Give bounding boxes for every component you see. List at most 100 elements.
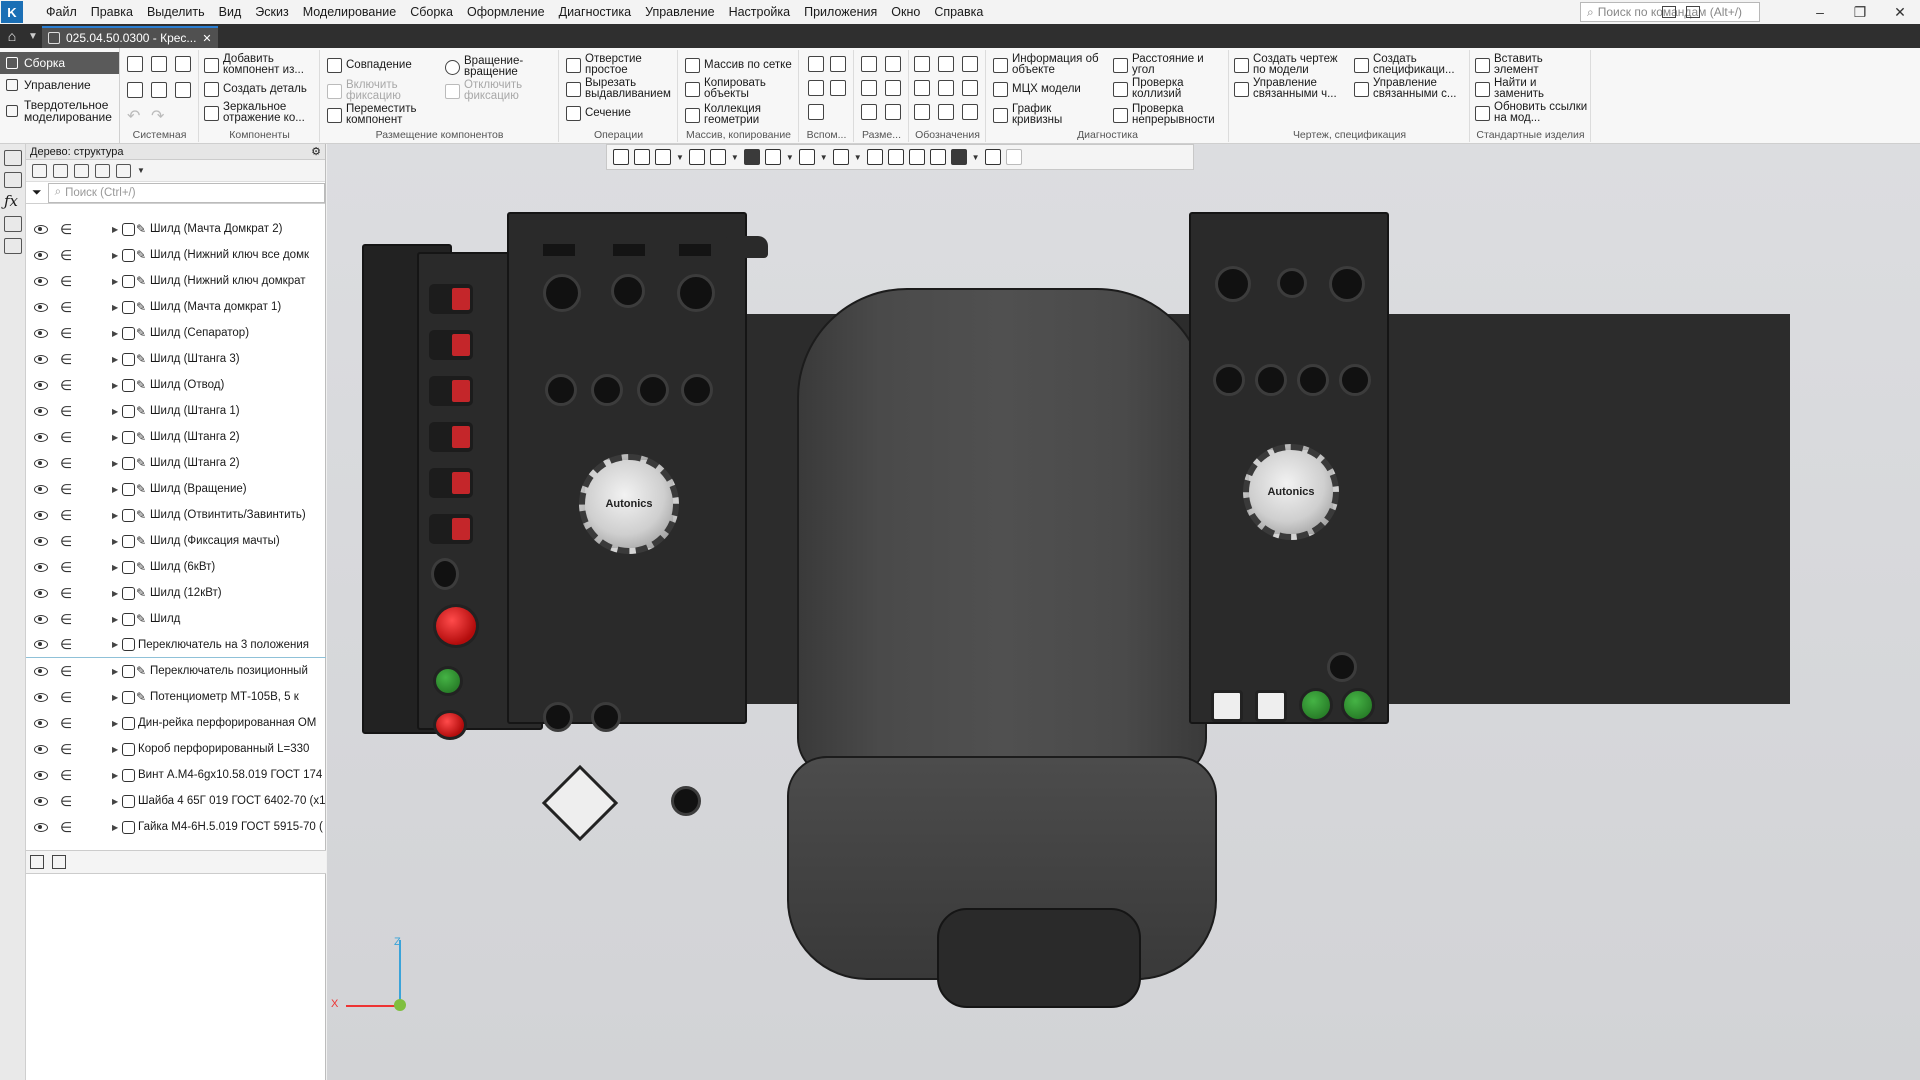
chevron-down-icon[interactable]: ▼ bbox=[731, 153, 739, 162]
include-icon[interactable]: ∈ bbox=[60, 663, 72, 680]
eye-icon[interactable] bbox=[34, 510, 48, 520]
3d-viewport[interactable]: Autonics Autonics bbox=[327, 144, 1920, 1080]
tree-row[interactable]: ∈ ▶ ✎ Шилд (Штанга 2) bbox=[26, 450, 326, 476]
expand-icon[interactable]: ▶ bbox=[112, 381, 118, 390]
eye-icon[interactable] bbox=[34, 224, 48, 234]
round-button[interactable] bbox=[591, 702, 621, 732]
document-tab[interactable]: 025.04.50.0300 - Крес... ✕ bbox=[42, 26, 218, 48]
update-links-button[interactable]: Обновить ссылки на мод... bbox=[1475, 101, 1589, 124]
mass-properties-button[interactable]: МЦХ модели bbox=[993, 82, 1081, 97]
linear-dim-icon[interactable] bbox=[861, 56, 877, 72]
tolerance-icon[interactable] bbox=[962, 56, 978, 72]
create-spec-button[interactable]: Создать спецификаци... bbox=[1354, 53, 1466, 76]
grid-array-button[interactable]: Массив по сетке bbox=[685, 58, 792, 73]
tree-row[interactable]: ∈ ▶ Шайба 4 65Г 019 ГОСТ 6402-70 (х1 bbox=[26, 788, 326, 814]
menu-item[interactable]: Файл bbox=[39, 0, 84, 24]
add-component-button[interactable]: Добавить компонент из... bbox=[204, 53, 316, 76]
eye-icon[interactable] bbox=[34, 380, 48, 390]
joystick[interactable] bbox=[543, 274, 581, 312]
camera-icon[interactable] bbox=[832, 149, 849, 165]
create-drawing-button[interactable]: Создать чертеж по модели bbox=[1234, 53, 1348, 76]
include-icon[interactable]: ∈ bbox=[60, 533, 72, 550]
eye-icon[interactable] bbox=[34, 302, 48, 312]
list-tab-icon[interactable] bbox=[52, 855, 66, 869]
round-button[interactable] bbox=[1277, 268, 1307, 298]
cs-icon[interactable] bbox=[830, 80, 846, 96]
enable-fix-button[interactable]: Включить фиксацию bbox=[327, 79, 417, 102]
tree-row[interactable]: ∈ ▶ ✎ Шилд bbox=[26, 606, 326, 632]
include-icon[interactable]: ∈ bbox=[60, 299, 72, 316]
diameter-dim-icon[interactable] bbox=[885, 80, 901, 96]
coincidence-button[interactable]: Совпадение bbox=[327, 58, 412, 73]
include-icon[interactable]: ∈ bbox=[60, 403, 72, 420]
tree-row[interactable]: ∈ ▶ ✎ Шилд (12кВт) bbox=[26, 580, 326, 606]
tree-row[interactable]: ∈ ▶ Дин-рейка перфорированная ОМ bbox=[26, 710, 326, 736]
round-button[interactable] bbox=[543, 702, 573, 732]
collision-check-button[interactable]: Проверка коллизий bbox=[1113, 77, 1203, 100]
tab-dropdown-icon[interactable]: ▼ bbox=[24, 31, 42, 42]
layers-icon[interactable] bbox=[4, 216, 22, 232]
include-icon[interactable]: ∈ bbox=[60, 377, 72, 394]
joystick[interactable] bbox=[677, 274, 715, 312]
dim-edit-icon[interactable] bbox=[885, 104, 901, 120]
eye-icon[interactable] bbox=[34, 458, 48, 468]
menu-item[interactable]: Управление bbox=[638, 0, 722, 24]
include-icon[interactable]: ∈ bbox=[60, 221, 72, 238]
section-view-icon[interactable] bbox=[866, 149, 883, 165]
tree-row[interactable]: ∈ ▶ ✎ Шилд (Вращение) bbox=[26, 476, 326, 502]
eye-icon[interactable] bbox=[34, 328, 48, 338]
red-button[interactable] bbox=[433, 710, 467, 740]
create-part-button[interactable]: Создать деталь bbox=[204, 82, 307, 97]
mode-assembly[interactable]: Сборка bbox=[0, 52, 119, 74]
tree-search-input[interactable]: ⌕ Поиск (Ctrl+/) bbox=[47, 182, 325, 203]
include-icon[interactable]: ∈ bbox=[60, 507, 72, 524]
line-icon[interactable] bbox=[808, 104, 824, 120]
mirror-component-button[interactable]: Зеркальное отражение ко... bbox=[204, 101, 318, 124]
green-indicator-lamp[interactable] bbox=[1299, 688, 1333, 722]
green-indicator-lamp[interactable] bbox=[433, 666, 463, 696]
undo-icon[interactable]: ↶ bbox=[127, 106, 140, 126]
open-file-icon[interactable] bbox=[151, 56, 167, 72]
joystick[interactable] bbox=[1329, 266, 1365, 302]
find-replace-button[interactable]: Найти и заменить bbox=[1475, 77, 1575, 100]
expand-icon[interactable]: ▶ bbox=[112, 329, 118, 338]
menu-item[interactable]: Моделирование bbox=[296, 0, 404, 24]
tree-row[interactable]: ∈ ▶ ✎ Шилд (Штанга 2) bbox=[26, 424, 326, 450]
copy-objects-button[interactable]: Копировать объекты bbox=[685, 77, 785, 100]
menu-item[interactable]: Оформление bbox=[460, 0, 552, 24]
tree-panel-icon[interactable] bbox=[4, 150, 22, 166]
cut-extrude-button[interactable]: Вырезать выдавливанием bbox=[566, 77, 674, 100]
include-icon[interactable]: ∈ bbox=[60, 429, 72, 446]
eye-icon[interactable] bbox=[34, 614, 48, 624]
tree-row[interactable]: ∈ ▶ ✎ Шилд (Отвинтить/Завинтить) bbox=[26, 502, 326, 528]
tree-row[interactable]: ∈ ▶ ✎ Шилд (Отвод) bbox=[26, 372, 326, 398]
continuity-check-button[interactable]: Проверка непрерывности bbox=[1113, 103, 1229, 126]
joystick[interactable] bbox=[1215, 266, 1251, 302]
expand-icon[interactable]: ▶ bbox=[112, 667, 118, 676]
wireframe-icon[interactable] bbox=[764, 149, 781, 165]
eye-icon[interactable] bbox=[34, 276, 48, 286]
round-button[interactable] bbox=[611, 274, 645, 308]
potentiometer-dial[interactable]: Autonics bbox=[1243, 444, 1339, 540]
move-component-button[interactable]: Переместить компонент bbox=[327, 103, 427, 126]
layer-view-icon[interactable] bbox=[887, 149, 904, 165]
expand-icon[interactable]: ▶ bbox=[112, 719, 118, 728]
tree-row[interactable]: ∈ ▶ Переключатель на 3 положения bbox=[26, 632, 326, 658]
expand-icon[interactable]: ▶ bbox=[112, 433, 118, 442]
eye-icon[interactable] bbox=[34, 562, 48, 572]
red-selector-switch[interactable] bbox=[429, 330, 473, 360]
shaded-icon[interactable] bbox=[743, 149, 760, 165]
expand-icon[interactable]: ▶ bbox=[112, 640, 118, 649]
menu-item[interactable]: Справка bbox=[927, 0, 990, 24]
round-button[interactable] bbox=[431, 558, 459, 590]
orient-icon[interactable] bbox=[613, 149, 629, 165]
menu-item[interactable]: Диагностика bbox=[552, 0, 638, 24]
eye-icon[interactable] bbox=[34, 692, 48, 702]
rotary-switch[interactable] bbox=[1255, 364, 1287, 396]
filter-icon[interactable]: ⏷ bbox=[32, 185, 42, 200]
rotary-switch[interactable] bbox=[1213, 364, 1245, 396]
tree-row[interactable]: ∈ ▶ ✎ Шилд (6кВт) bbox=[26, 554, 326, 580]
tree-row[interactable]: ∈ ▶ ✎ Шилд (Фиксация мачты) bbox=[26, 528, 326, 554]
include-icon[interactable]: ∈ bbox=[60, 741, 72, 758]
preview-icon[interactable] bbox=[151, 82, 167, 98]
